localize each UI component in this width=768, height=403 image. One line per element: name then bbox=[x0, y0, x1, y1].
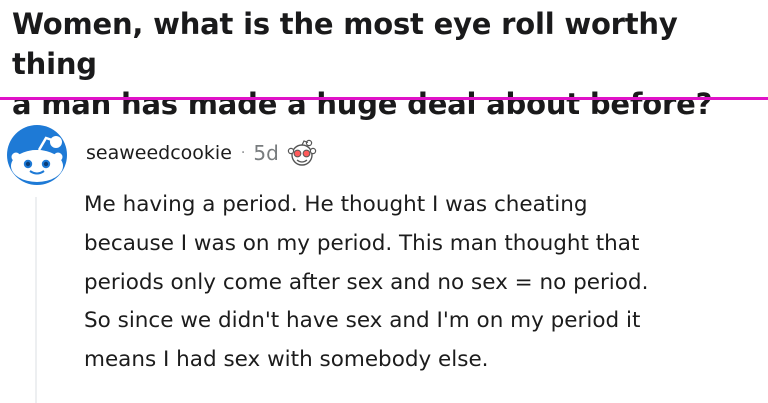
wholesome-award-icon[interactable] bbox=[287, 138, 317, 168]
comment: seaweedcookie · 5d Me having a period. H… bbox=[0, 100, 768, 403]
comment-meta: seaweedcookie · 5d bbox=[86, 138, 317, 168]
post-header: Women, what is the most eye roll worthy … bbox=[0, 0, 768, 121]
reddit-snoo-avatar-icon[interactable] bbox=[6, 124, 68, 186]
meta-separator: · bbox=[240, 145, 246, 161]
comment-username[interactable]: seaweedcookie bbox=[86, 142, 232, 164]
comment-age[interactable]: 5d bbox=[253, 141, 278, 165]
comment-body: Me having a period. He thought I was che… bbox=[84, 192, 649, 373]
thread-line[interactable] bbox=[35, 197, 37, 403]
